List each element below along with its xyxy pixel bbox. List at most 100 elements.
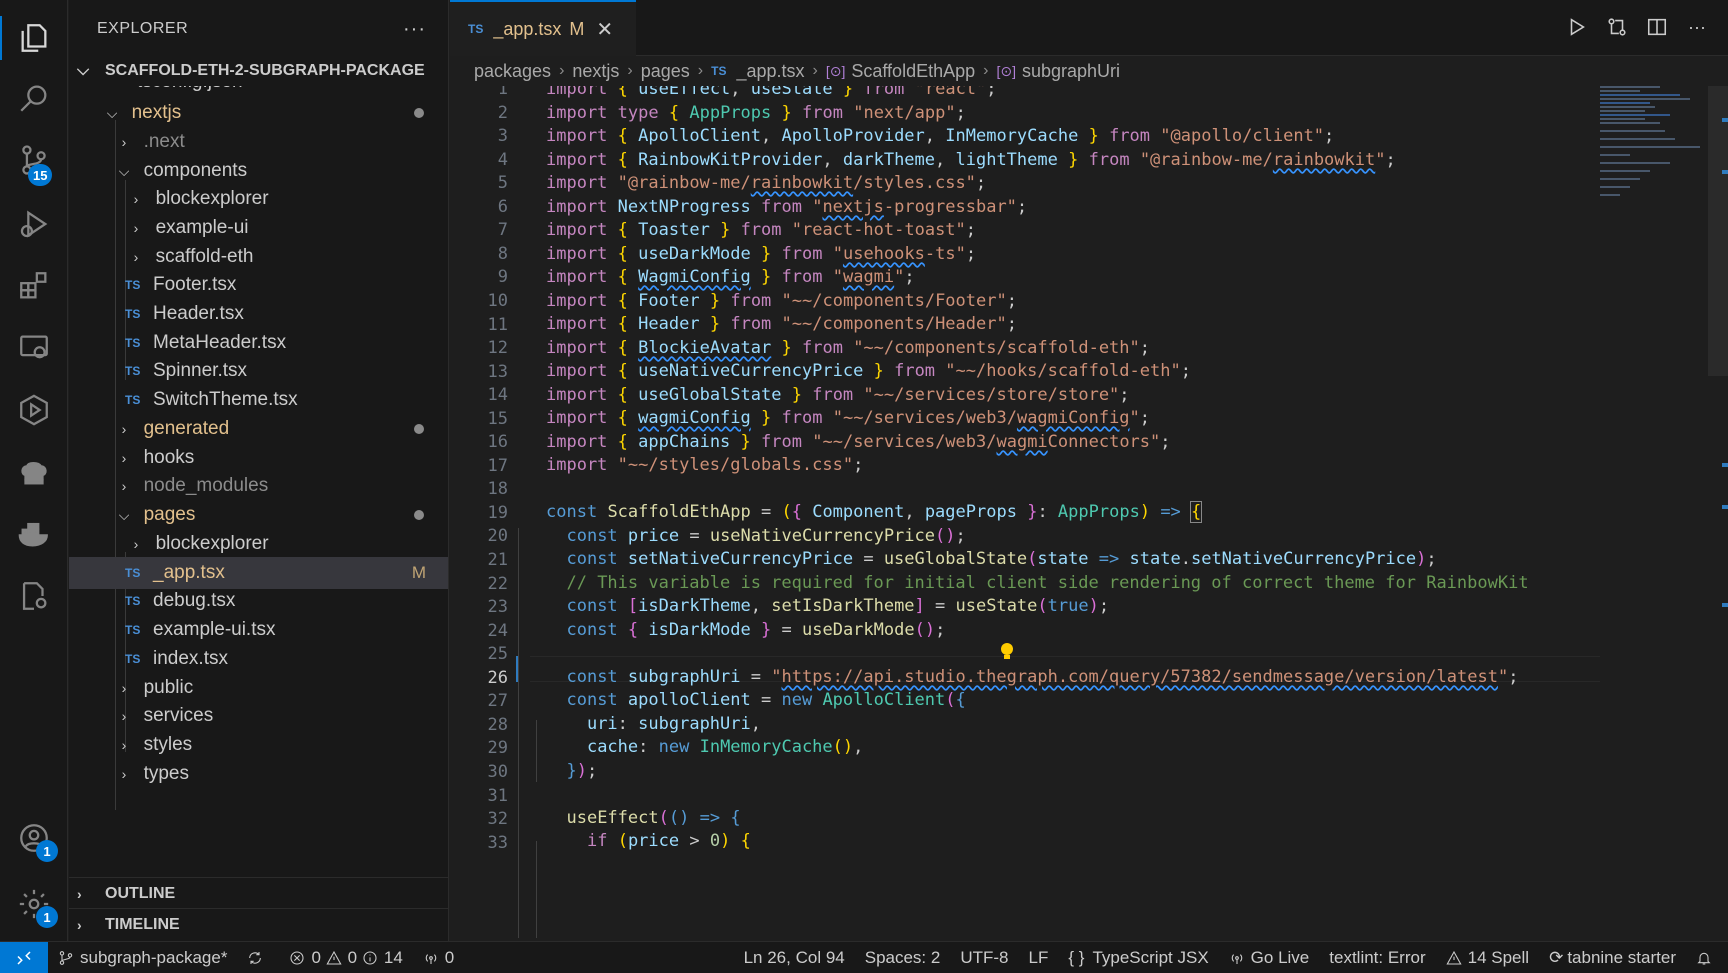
tabnine-status[interactable]: ⟳ tabnine starter: [1539, 948, 1686, 968]
spell-status[interactable]: 14 Spell: [1436, 948, 1539, 968]
code-line-16: import { appChains } from "~~/services/w…: [546, 432, 1171, 452]
code-line-27: const apolloClient = new ApolloClient({: [566, 690, 966, 710]
sync-icon[interactable]: [237, 950, 279, 966]
run-debug-icon[interactable]: [0, 196, 68, 252]
tree-item-types[interactable]: › types: [69, 758, 448, 790]
encoding[interactable]: UTF-8: [950, 948, 1018, 968]
scroll-marker: [1722, 603, 1728, 607]
explorer-sidebar: EXPLORER ··· ⌵ SCAFFOLD-ETH-2-SUBGRAPH-P…: [69, 0, 449, 941]
line-number: 7: [497, 220, 508, 241]
scrollbar[interactable]: [1708, 86, 1728, 376]
file-tree: TStsconfig.json ⌵ nextjs › .next ⌵ compo…: [69, 80, 448, 870]
chef-hat-icon[interactable]: [0, 444, 68, 500]
code-line-1: import { useEffect, useState } from "rea…: [546, 86, 997, 99]
tree-item-styles[interactable]: › styles: [69, 729, 448, 761]
timeline-section[interactable]: › TIMELINE: [69, 908, 448, 940]
compare-changes-icon[interactable]: [1606, 14, 1628, 40]
tree-item-footer[interactable]: TS Footer.tsx: [69, 269, 448, 301]
tree-item-services[interactable]: › services: [69, 700, 448, 732]
breadcrumb-file[interactable]: _app.tsx: [736, 61, 804, 82]
breadcrumb-function[interactable]: ScaffoldEthApp: [851, 61, 975, 82]
search-icon[interactable]: [0, 70, 68, 126]
ports-status[interactable]: 0: [413, 948, 464, 968]
code-editor[interactable]: 1 2 3 4 5 6 7 8 9 10 11 12 13 14 15 16 17 18 19 20 21 22 23 24 2…: [450, 86, 1600, 938]
line-number: 15: [487, 408, 508, 429]
more-icon[interactable]: ···: [1686, 14, 1708, 40]
split-editor-icon[interactable]: [1646, 14, 1668, 40]
tree-item-switchtheme[interactable]: TS SwitchTheme.tsx: [69, 384, 448, 416]
remote-explorer-icon[interactable]: [0, 320, 68, 376]
tree-item-blockexplorer[interactable]: › blockexplorer: [69, 183, 448, 215]
tree-item-node-modules[interactable]: › node_modules: [69, 470, 448, 502]
breadcrumb-nextjs[interactable]: nextjs: [572, 61, 619, 82]
tree-item-example-ui-tsx[interactable]: TS example-ui.tsx: [69, 614, 448, 646]
extensions-icon[interactable]: [0, 258, 68, 314]
tree-item-header[interactable]: TS Header.tsx: [69, 298, 448, 330]
close-icon[interactable]: ✕: [596, 17, 613, 42]
tree-item-spinner[interactable]: TS Spinner.tsx: [69, 355, 448, 387]
testing-icon[interactable]: [0, 382, 68, 438]
account-icon[interactable]: 1: [0, 810, 68, 866]
code-line-10: import { Footer } from "~~/components/Fo…: [546, 291, 1017, 311]
tab-app-tsx[interactable]: TS _app.tsx M ✕: [450, 0, 636, 56]
code-line-22: // This variable is required for initial…: [566, 573, 1529, 593]
branch-status[interactable]: subgraph-package*: [48, 948, 237, 968]
indentation[interactable]: Spaces: 2: [855, 948, 951, 968]
explorer-icon[interactable]: [0, 10, 68, 66]
code-line-30: });: [566, 761, 598, 781]
source-control-icon[interactable]: 15: [0, 132, 68, 188]
outline-section[interactable]: › OUTLINE: [69, 877, 448, 909]
file-settings-icon[interactable]: [0, 568, 68, 624]
line-number: 9: [497, 267, 508, 288]
go-live-button[interactable]: Go Live: [1219, 948, 1320, 968]
explorer-title: EXPLORER: [97, 20, 189, 37]
breadcrumb-packages[interactable]: packages: [474, 61, 551, 82]
end-of-line[interactable]: LF: [1019, 948, 1059, 968]
textlint-status[interactable]: textlint: Error: [1319, 948, 1435, 968]
breadcrumb-variable[interactable]: subgraphUri: [1022, 61, 1120, 82]
line-number: 22: [487, 573, 508, 594]
line-number: 20: [487, 526, 508, 547]
breadcrumb-pages[interactable]: pages: [641, 61, 690, 82]
code-line-17: import "~~/styles/globals.css";: [546, 455, 864, 475]
explorer-header: EXPLORER ···: [69, 0, 448, 58]
minimap[interactable]: [1600, 86, 1710, 226]
cursor-position[interactable]: Ln 26, Col 94: [734, 948, 855, 968]
notifications-bell-icon[interactable]: [1686, 950, 1728, 966]
tree-item-debug[interactable]: TS debug.tsx: [69, 585, 448, 617]
tree-item-pages-blockexplorer[interactable]: › blockexplorer: [69, 528, 448, 560]
editor-tabs: TS _app.tsx M ✕ ···: [450, 0, 1728, 56]
line-number: 19: [487, 502, 508, 523]
line-number: 10: [487, 290, 508, 311]
line-number: 24: [487, 620, 508, 641]
code-line-12: import { BlockieAvatar } from "~~/compon…: [546, 338, 1151, 358]
code-line-23: const [isDarkTheme, setIsDarkTheme] = us…: [566, 596, 1110, 616]
code-line-11: import { Header } from "~~/components/He…: [546, 314, 1017, 334]
code-line-3: import { ApolloClient, ApolloProvider, I…: [546, 126, 1335, 146]
line-number: 3: [497, 126, 508, 147]
code-line-29: cache: new InMemoryCache(),: [586, 737, 864, 757]
settings-gear-icon[interactable]: 1: [0, 876, 68, 932]
problems-status[interactable]: 0 0 14: [279, 948, 412, 968]
tree-item-index[interactable]: TS index.tsx: [69, 643, 448, 675]
tree-item-example-ui[interactable]: › example-ui: [69, 212, 448, 244]
code-line-32: useEffect(() => {: [566, 808, 741, 828]
more-actions-icon[interactable]: ···: [403, 18, 426, 41]
code-line-24: const { isDarkMode } = useDarkMode();: [566, 620, 946, 640]
tree-item-pages[interactable]: ⌵ pages: [69, 499, 448, 531]
lightbulb-icon[interactable]: [998, 641, 1016, 668]
remote-indicator-icon[interactable]: [0, 941, 48, 973]
run-icon[interactable]: [1566, 14, 1588, 40]
code-line-6: import NextNProgress from "nextjs-progre…: [546, 197, 1028, 217]
tree-item-nextjs[interactable]: ⌵ nextjs: [69, 97, 448, 129]
docker-icon[interactable]: [0, 506, 68, 562]
tree-item-next[interactable]: › .next: [69, 126, 448, 158]
line-number: 8: [497, 243, 508, 264]
code-line-2: import type { AppProps } from "next/app"…: [546, 103, 966, 123]
tree-item-generated[interactable]: › generated: [69, 413, 448, 445]
activity-bar: 15 1 1: [0, 0, 68, 941]
code-line-33: if (price > 0) {: [586, 831, 751, 851]
line-number: 14: [487, 385, 508, 406]
project-root[interactable]: ⌵ SCAFFOLD-ETH-2-SUBGRAPH-PACKAGE: [69, 56, 448, 86]
language-mode[interactable]: { } TypeScript JSX: [1058, 948, 1218, 968]
